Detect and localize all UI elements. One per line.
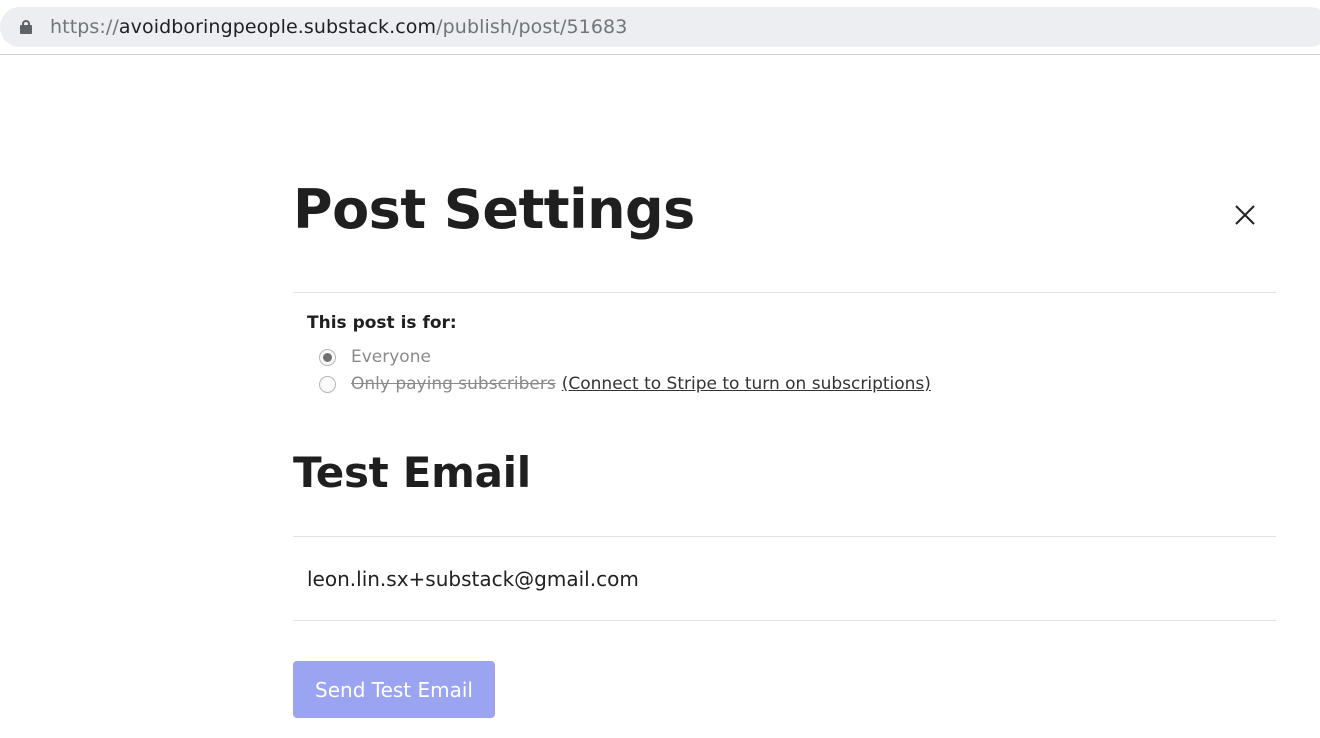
connect-stripe-link[interactable]: (Connect to Stripe to turn on subscripti…	[562, 374, 931, 394]
option-label-paying: Only paying subscribers	[351, 374, 556, 394]
audience-label: This post is for:	[307, 313, 457, 333]
audience-option-everyone[interactable]: Everyone	[319, 347, 431, 367]
close-icon	[1235, 205, 1255, 225]
lock-icon[interactable]	[20, 20, 32, 34]
close-button[interactable]	[1230, 200, 1260, 230]
url-text[interactable]: https://avoidboringpeople.substack.com/p…	[50, 16, 627, 38]
test-email-input[interactable]	[293, 537, 1276, 621]
radio-paying-subscribers	[319, 375, 336, 393]
send-test-email-button[interactable]: Send Test Email	[293, 661, 495, 718]
divider	[293, 292, 1276, 293]
page-title: Post Settings	[293, 178, 695, 241]
audience-option-paying: Only paying subscribers (Connect to Stri…	[319, 374, 931, 394]
url-host: avoidboringpeople.substack.com	[118, 16, 437, 38]
test-email-heading: Test Email	[293, 448, 531, 497]
browser-toolbar: https://avoidboringpeople.substack.com/p…	[0, 0, 1320, 55]
divider	[293, 620, 1276, 621]
radio-everyone[interactable]	[319, 348, 336, 366]
url-scheme: https://	[50, 16, 119, 38]
url-path: /publish/post/51683	[436, 16, 628, 38]
address-bar[interactable]: https://avoidboringpeople.substack.com/p…	[0, 7, 1320, 47]
option-label-everyone: Everyone	[351, 347, 431, 367]
